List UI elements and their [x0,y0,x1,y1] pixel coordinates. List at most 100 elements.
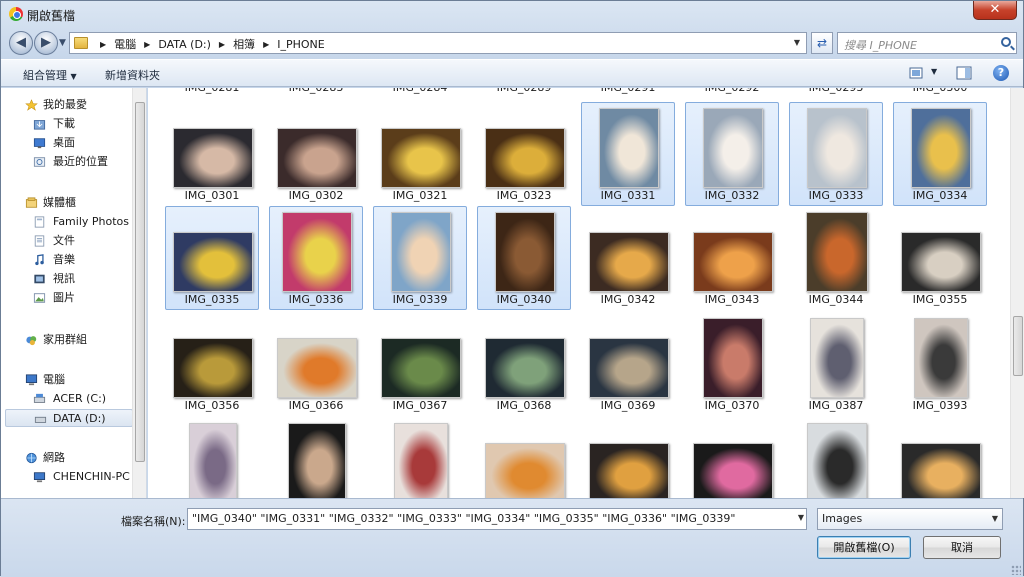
file-item[interactable]: IMG_0323 [477,102,571,206]
chevron-right-icon[interactable]: ▶ [219,40,225,49]
file-item[interactable]: IMG_0367 [373,312,467,416]
crumb-album[interactable]: 相簿 [233,36,255,52]
view-dropdown-icon[interactable]: ▼ [931,67,937,76]
crumb-iphone[interactable]: I_PHONE [277,38,325,51]
photo-thumbnail [703,318,763,398]
organize-button[interactable]: 組合管理 ▼ [23,67,77,83]
file-item[interactable] [789,417,883,498]
address-dropdown-icon[interactable]: ▼ [790,36,804,50]
file-item[interactable]: IMG_0355 [893,206,987,310]
chevron-right-icon[interactable]: ▶ [100,40,106,49]
nav-item-recent-places[interactable]: 最近的位置 [1,153,133,171]
file-item-label[interactable]: IMG_0293 [789,88,883,94]
file-item-label[interactable]: IMG_0300 [893,88,987,94]
thumbnail [380,106,462,188]
nav-item-drive-c[interactable]: ACER (C:) [1,390,133,408]
file-item-label[interactable]: IMG_0291 [581,88,675,94]
file-item[interactable] [373,417,467,498]
file-list-scrollbar[interactable] [1010,88,1024,498]
file-item[interactable]: IMG_0369 [581,312,675,416]
file-item[interactable]: IMG_0342 [581,206,675,310]
cancel-button[interactable]: 取消 [923,536,1001,559]
crumb-data-drive[interactable]: DATA (D:) [158,38,211,51]
file-item[interactable]: IMG_0344 [789,206,883,310]
file-item[interactable]: IMG_0387 [789,312,883,416]
file-item-label: IMG_0336 [288,293,344,306]
nav-item-desktop[interactable]: 桌面 [1,134,133,152]
folder-icon [74,37,88,49]
search-box[interactable]: 搜尋 I_PHONE [837,32,1017,54]
navpane-scrollbar[interactable] [132,88,146,498]
file-item[interactable]: IMG_0368 [477,312,571,416]
file-item[interactable]: IMG_0336 [269,206,363,310]
pc-icon [33,472,46,483]
nav-item-music[interactable]: 音樂 [1,251,133,269]
search-icon[interactable] [1001,37,1011,47]
file-item[interactable]: IMG_0356 [165,312,259,416]
file-item[interactable]: IMG_0393 [893,312,987,416]
file-item-label[interactable]: IMG_0283 [269,88,363,94]
file-item[interactable]: IMG_0301 [165,102,259,206]
file-item[interactable]: IMG_0321 [373,102,467,206]
file-item[interactable]: IMG_0333 [789,102,883,206]
file-item-label[interactable]: IMG_0281 [165,88,259,94]
nav-item-downloads[interactable]: 下載 [1,115,133,133]
recent-pages-dropdown-icon[interactable]: ▼ [59,38,66,48]
file-item[interactable] [893,417,987,498]
nav-item-family-photos[interactable]: Family Photos [1,213,133,231]
dialog-footer: 檔案名稱(N): "IMG_0340" "IMG_0331" "IMG_0332… [1,498,1023,577]
change-view-icon[interactable] [909,66,927,80]
back-button[interactable]: ◀ [9,31,33,55]
file-item-label[interactable]: IMG_0292 [685,88,779,94]
file-item-label[interactable]: IMG_0284 [373,88,467,94]
chevron-right-icon[interactable]: ▶ [144,40,150,49]
scrollbar-thumb[interactable] [1013,316,1023,376]
file-type-select[interactable]: Images ▼ [817,508,1003,530]
file-item[interactable]: IMG_0366 [269,312,363,416]
file-item[interactable]: IMG_0370 [685,312,779,416]
new-folder-button[interactable]: 新增資料夾 [105,67,160,83]
file-item[interactable]: IMG_0331 [581,102,675,206]
file-item[interactable]: IMG_0334 [893,102,987,206]
nav-item-drive-d[interactable]: DATA (D:) [5,409,133,427]
address-bar[interactable]: ▶ 電腦 ▶ DATA (D:) ▶ 相簿 ▶ I_PHONE ▼ [69,32,807,54]
file-item[interactable]: IMG_0302 [269,102,363,206]
search-input[interactable]: 搜尋 I_PHONE [844,37,917,53]
thumbnail [380,210,462,292]
refresh-button[interactable]: ⇄ [811,32,833,54]
nav-item-homegroup[interactable]: 家用群組 [1,331,133,349]
nav-item-videos[interactable]: 視訊 [1,270,133,288]
file-item-label[interactable]: IMG_0289 [477,88,571,94]
help-icon[interactable]: ? [993,65,1009,81]
close-button[interactable]: ✕ [973,1,1017,20]
file-item[interactable]: IMG_0335 [165,206,259,310]
file-item[interactable] [269,417,363,498]
scrollbar-thumb[interactable] [135,102,145,462]
resize-grip-icon[interactable] [1011,565,1021,575]
nav-item-documents[interactable]: 文件 [1,232,133,250]
filename-field[interactable]: "IMG_0340" "IMG_0331" "IMG_0332" "IMG_03… [187,508,807,530]
file-item[interactable]: IMG_0339 [373,206,467,310]
file-item[interactable] [477,417,571,498]
chevron-down-icon: ▼ [70,72,77,81]
nav-item-libraries[interactable]: 媒體櫃 [1,194,133,212]
nav-item-pictures[interactable]: 圖片 [1,289,133,307]
forward-button[interactable]: ▶ [34,31,58,55]
nav-item-computer[interactable]: 電腦 [1,371,133,389]
file-item[interactable] [165,417,259,498]
chevron-right-icon[interactable]: ▶ [263,40,269,49]
file-item[interactable]: IMG_0332 [685,102,779,206]
file-item[interactable]: IMG_0340 [477,206,571,310]
open-button[interactable]: 開啟舊檔(O) [817,536,911,559]
nav-item-network[interactable]: 網路 [1,449,133,467]
file-item[interactable] [581,417,675,498]
crumb-computer[interactable]: 電腦 [114,36,136,52]
chevron-down-icon[interactable]: ▼ [798,513,804,522]
file-item[interactable]: IMG_0343 [685,206,779,310]
thumbnail [484,316,566,398]
nav-item-chenchin-pc[interactable]: CHENCHIN-PC [1,468,133,486]
preview-pane-icon[interactable] [956,66,974,80]
nav-item-favorites[interactable]: 我的最愛 [1,96,133,114]
photo-thumbnail [806,212,868,292]
file-item[interactable] [685,417,779,498]
